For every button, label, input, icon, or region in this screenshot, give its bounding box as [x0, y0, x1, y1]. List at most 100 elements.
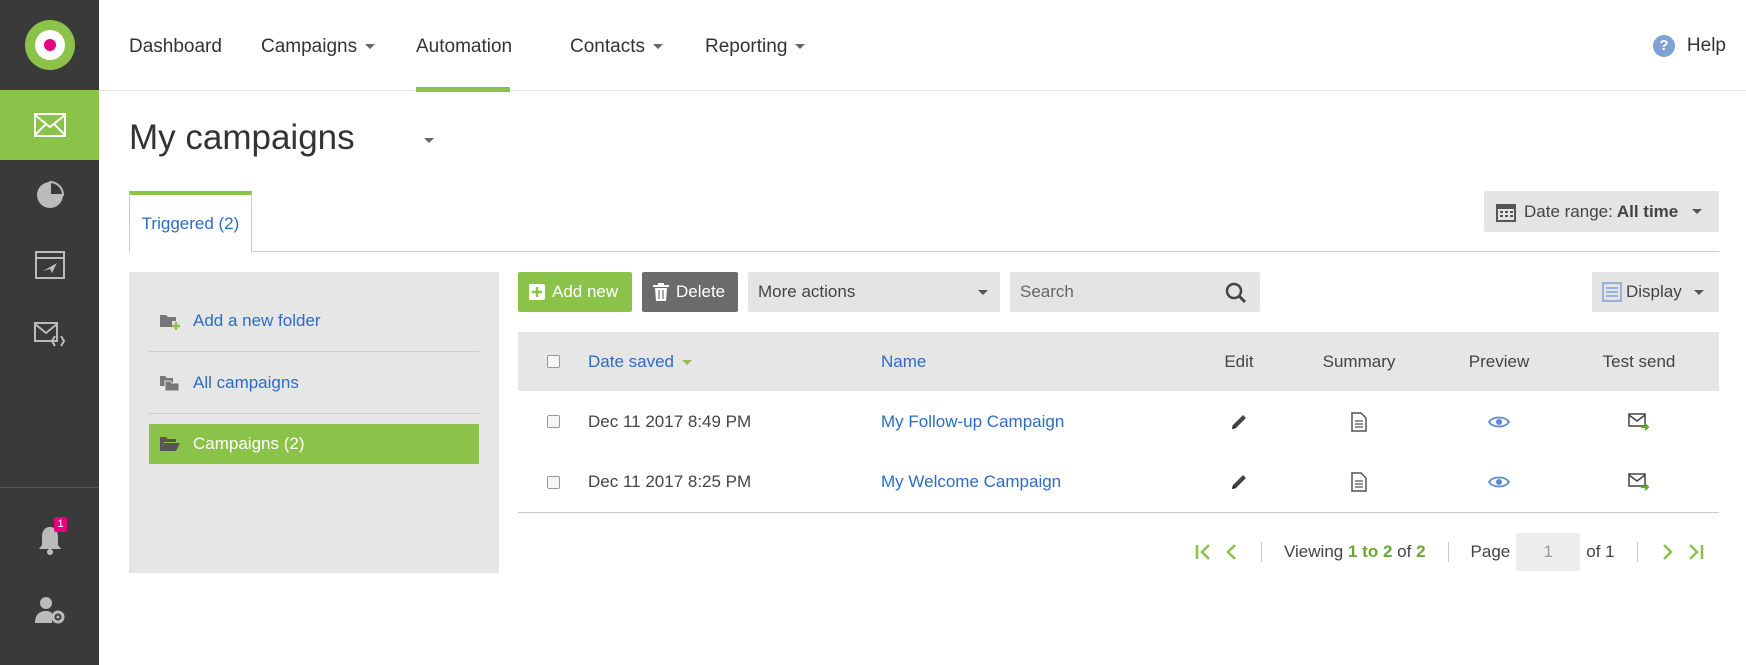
nav-dashboard[interactable]: Dashboard	[129, 0, 222, 91]
display-dropdown[interactable]: Display	[1592, 272, 1719, 312]
first-page-button[interactable]	[1195, 543, 1215, 561]
folder-campaigns-label: Campaigns (2)	[193, 434, 305, 453]
display-label: Display	[1626, 282, 1682, 301]
date-range-value: All time	[1616, 201, 1679, 221]
pencil-icon[interactable]	[1229, 472, 1249, 492]
tab-triggered[interactable]: Triggered (2)	[129, 191, 252, 253]
search-input[interactable]	[1010, 272, 1260, 312]
folder-open-icon	[160, 437, 180, 451]
add-new-button[interactable]: Add new	[518, 272, 632, 312]
sidebar-item-notifications[interactable]: 1	[0, 505, 99, 575]
trash-icon	[653, 283, 669, 301]
range-of: of	[1397, 542, 1412, 561]
nav-contacts[interactable]: Contacts	[570, 0, 663, 91]
help-label: Help	[1686, 34, 1726, 56]
document-icon[interactable]	[1351, 472, 1367, 492]
range-to: to	[1362, 542, 1379, 561]
chevron-down-icon	[1693, 289, 1704, 295]
range-start: 1	[1347, 542, 1358, 561]
folder-campaigns[interactable]: Campaigns (2)	[149, 424, 479, 464]
range-total: 2	[1416, 542, 1426, 561]
folder-all-campaigns[interactable]: All campaigns	[149, 352, 479, 414]
add-folder-label: Add a new folder	[193, 310, 321, 330]
chevron-right-icon	[1662, 544, 1673, 560]
page-label: Page	[1470, 542, 1511, 561]
row-date: Dec 11 2017 8:49 PM	[588, 411, 752, 431]
table-header: Date saved Name Edit Summary Preview Tes…	[518, 332, 1719, 391]
row-name-link[interactable]: My Welcome Campaign	[881, 472, 1199, 492]
more-actions-dropdown[interactable]: More actions	[748, 272, 1000, 312]
page-count: of 1	[1586, 542, 1615, 561]
page-title: My campaigns	[129, 118, 355, 157]
eye-icon[interactable]	[1488, 415, 1510, 429]
row-name-link[interactable]: My Follow-up Campaign	[881, 412, 1199, 432]
row-checkbox[interactable]	[546, 475, 560, 489]
last-page-button[interactable]	[1684, 543, 1704, 561]
folder-add-icon	[160, 314, 180, 330]
eye-icon[interactable]	[1488, 475, 1510, 489]
viewing-label: Viewing	[1284, 542, 1344, 561]
pager-separator	[1447, 542, 1449, 562]
date-range-dropdown[interactable]: Date range: All time	[1484, 191, 1719, 232]
calendar-icon	[1496, 203, 1516, 222]
sidebar-item-templates[interactable]	[0, 300, 99, 370]
notification-badge: 1	[54, 517, 67, 532]
sidebar-item-email[interactable]	[0, 90, 99, 160]
question-icon: ?	[1652, 34, 1675, 57]
table-row: Dec 11 2017 8:25 PM My Welcome Campaign	[518, 452, 1719, 513]
folders-icon	[160, 375, 180, 391]
sidebar-item-account-settings[interactable]	[0, 575, 99, 645]
last-page-icon	[1688, 544, 1703, 560]
test-send-header: Test send	[1602, 351, 1676, 371]
pencil-icon[interactable]	[1229, 412, 1249, 432]
folder-all-campaigns-label: All campaigns	[193, 372, 299, 392]
chevron-down-icon	[795, 44, 806, 50]
delete-button[interactable]: Delete	[642, 272, 738, 312]
row-checkbox[interactable]	[546, 415, 560, 428]
nav-campaigns-label: Campaigns	[261, 36, 358, 57]
search-icon[interactable]	[1225, 282, 1247, 304]
nav-dashboard-label: Dashboard	[129, 36, 222, 57]
more-actions-label: More actions	[758, 282, 856, 301]
date-saved-header: Date saved	[588, 351, 674, 371]
left-sidebar: 1	[0, 0, 99, 665]
user-gear-icon	[34, 597, 64, 624]
first-page-icon	[1195, 544, 1210, 560]
sort-date-saved[interactable]: Date saved	[588, 352, 881, 372]
edit-header: Edit	[1224, 351, 1254, 371]
logo[interactable]	[0, 0, 99, 90]
delete-label: Delete	[676, 282, 726, 301]
chevron-down-icon	[424, 138, 434, 144]
tab-bar: Triggered (2)	[129, 191, 1719, 253]
chevron-down-icon	[1692, 209, 1703, 214]
help-link[interactable]: ? Help	[1652, 0, 1726, 91]
nav-reporting[interactable]: Reporting	[705, 0, 806, 91]
sidebar-item-reports[interactable]	[0, 160, 99, 230]
envelope-send-icon[interactable]	[1628, 412, 1650, 431]
summary-header: Summary	[1322, 351, 1396, 371]
chevron-left-icon	[1226, 544, 1236, 560]
document-icon[interactable]	[1351, 411, 1367, 432]
pagination: Viewing 1 to 2 of 2 Page of 1	[1195, 532, 1704, 572]
chevron-down-icon	[978, 289, 988, 295]
add-folder-link[interactable]: Add a new folder	[149, 290, 479, 352]
page-number-input[interactable]	[1516, 533, 1581, 571]
envelope-icon	[33, 113, 66, 137]
nav-automation[interactable]: Automation	[416, 0, 513, 144]
top-navigation: Dashboard Campaigns Automation Contacts …	[99, 0, 1746, 144]
add-new-label: Add new	[552, 282, 619, 301]
nav-campaigns[interactable]: Campaigns	[261, 0, 376, 91]
envelope-send-icon[interactable]	[1628, 473, 1650, 491]
nav-reporting-label: Reporting	[705, 36, 788, 57]
sidebar-divider	[0, 487, 99, 488]
nav-automation-label: Automation	[416, 36, 513, 57]
previous-page-button[interactable]	[1225, 543, 1239, 561]
plus-icon	[529, 284, 545, 300]
sort-name[interactable]: Name	[881, 352, 1199, 372]
range-end: 2	[1382, 542, 1393, 561]
nav-contacts-label: Contacts	[570, 36, 645, 57]
sidebar-item-landing-pages[interactable]	[0, 230, 99, 300]
next-page-button[interactable]	[1660, 543, 1674, 561]
list-view-icon	[1602, 282, 1622, 302]
select-all-checkbox[interactable]	[546, 355, 560, 368]
